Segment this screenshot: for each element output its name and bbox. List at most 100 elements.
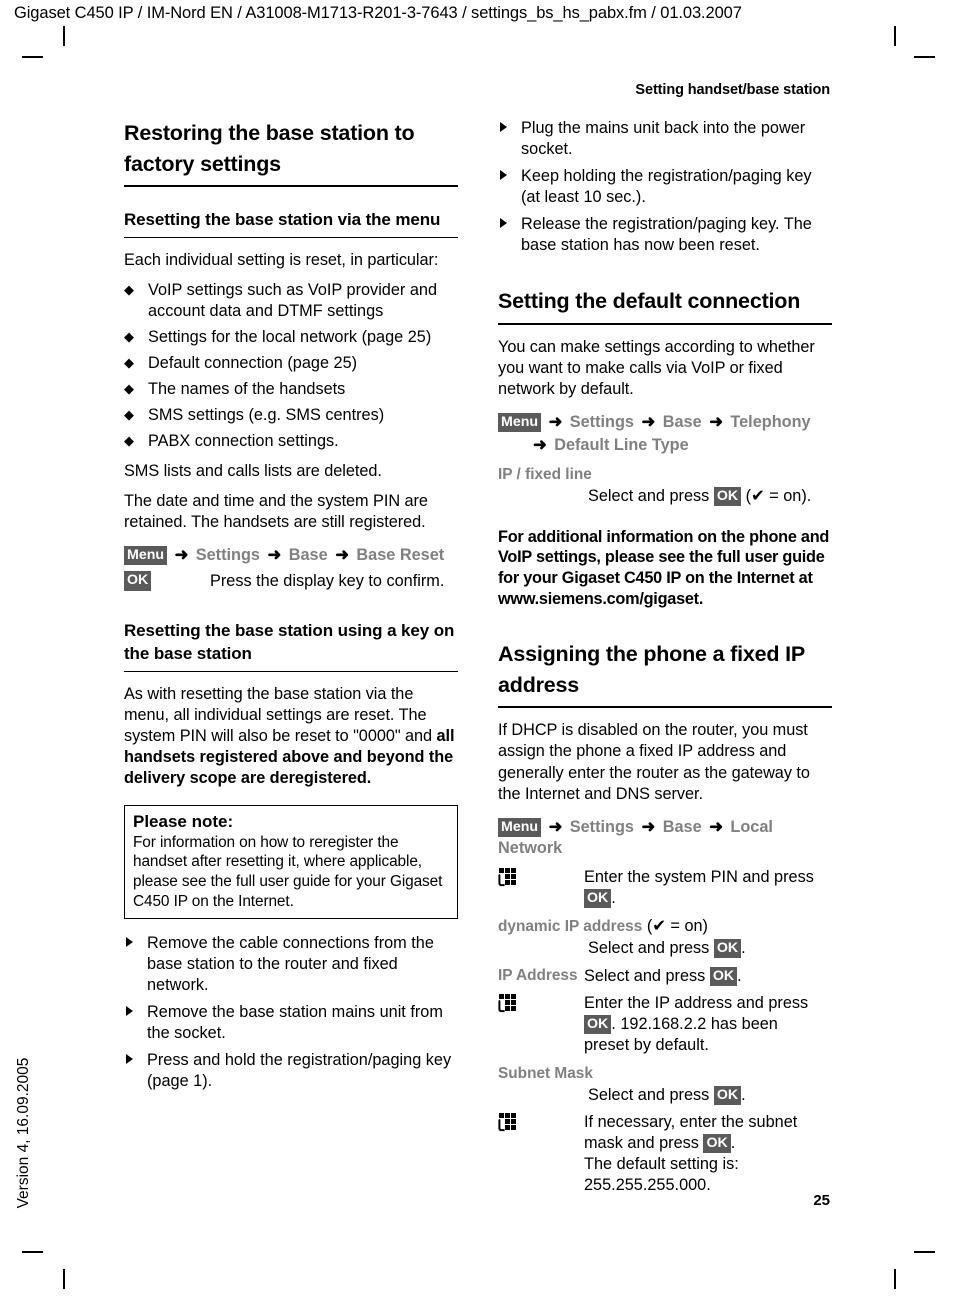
date-time-paragraph: The date and time and the system PIN are… (124, 491, 428, 531)
step-text: Enter the system PIN and press OK. (584, 867, 822, 909)
ok-key-badge[interactable]: OK (584, 1014, 612, 1035)
option-label-subnet-mask: Subnet Mask (498, 1064, 593, 1082)
menu-key-badge[interactable]: Menu (498, 412, 542, 432)
option-desc-ip-fixed-line: Select and press OK (✔ = on). (498, 486, 832, 507)
on-indicator-text: (✔ = on). (741, 486, 812, 505)
menu-item-base[interactable]: Base (663, 818, 702, 836)
list-item-label: Press and hold the registration/paging k… (147, 1051, 452, 1091)
ok-key-badge[interactable]: OK (713, 938, 742, 959)
list-item-label: Settings for the local network (page 25) (148, 327, 432, 346)
triangle-bullet-icon (126, 1054, 133, 1065)
menu-item-settings[interactable]: Settings (196, 546, 260, 564)
ok-badge-cell: OK (124, 571, 210, 592)
reset-key-paragraph: As with resetting the base station via t… (124, 684, 458, 789)
ok-key-badge[interactable]: OK (703, 1133, 731, 1154)
menu-key-badge[interactable]: Menu (498, 817, 542, 837)
menu-path-default-line-type: Menu ➜ Settings ➜ Base ➜ Telephony ➜ Def… (498, 412, 832, 457)
list-item-label: SMS settings (e.g. SMS centres) (148, 405, 385, 424)
list-item: Remove the cable connections from the ba… (124, 933, 458, 996)
ok-key-badge[interactable]: OK (713, 486, 742, 506)
option-desc-dynamic-ip: Select and press OK. (498, 938, 832, 959)
heading-rule-default-connection (498, 322, 832, 325)
default-connection-intro: You can make settings according to wheth… (498, 337, 815, 398)
menu-item-default-line-type[interactable]: Default Line Type (554, 436, 689, 454)
list-item-label: Keep holding the registration/paging key… (521, 167, 812, 207)
step-enter-subnet-mask: If necessary, enter the subnet mask and … (498, 1112, 832, 1196)
keypad-icon-cell (498, 867, 584, 891)
crop-mark-bottom-left-horizontal (22, 1251, 43, 1253)
triangle-bullet-icon (500, 218, 507, 229)
subheading-rule-1 (124, 236, 458, 238)
option-row-ip-address: IP Address Select and press OK. (498, 966, 832, 987)
arrow-icon: ➜ (548, 412, 563, 431)
fixed-ip-intro: If DHCP is disabled on the router, you m… (498, 721, 810, 803)
keypad-icon (498, 867, 516, 886)
step-text-pre: Select and press (584, 966, 710, 985)
list-item: Remove the base station mains unit from … (124, 1002, 458, 1044)
step-enter-ip-address: Enter the IP address and press OK. 192.1… (498, 993, 832, 1056)
triangle-bullet-icon (500, 170, 507, 181)
list-item: ◆ The names of the handsets (124, 379, 458, 400)
reset-steps-list: Remove the cable connections from the ba… (124, 933, 458, 1092)
menu-item-settings[interactable]: Settings (570, 413, 634, 431)
list-item: Release the registration/paging key. The… (498, 214, 832, 256)
list-item: ◆ SMS settings (e.g. SMS centres) (124, 405, 458, 426)
list-item: ◆ PABX connection settings. (124, 431, 458, 452)
step-text-post: . (741, 938, 746, 957)
step-text-pre: Enter the IP address and press (584, 993, 809, 1012)
please-note-box: Please note: For information on how to r… (124, 804, 458, 920)
crop-mark-top-right-vertical (894, 26, 896, 46)
reset-key-paragraph-normal: As with resetting the base station via t… (124, 684, 437, 745)
menu-item-base[interactable]: Base (663, 413, 702, 431)
title-rule (124, 185, 458, 188)
diamond-bullet-icon: ◆ (124, 328, 134, 344)
ok-key-badge[interactable]: OK (709, 966, 738, 987)
crop-mark-top-right-horizontal (914, 56, 935, 58)
keypad-icon-cell (498, 993, 584, 1017)
ok-key-badge[interactable]: OK (584, 888, 612, 908)
menu-item-telephony[interactable]: Telephony (730, 413, 810, 431)
ok-confirm-row: OK Press the display key to confirm. (124, 571, 458, 592)
list-item: Keep holding the registration/paging key… (498, 166, 832, 208)
ok-confirm-text: Press the display key to confirm. (210, 572, 445, 591)
option-desc-ip-address: Select and press OK. (584, 966, 822, 987)
menu-key-badge[interactable]: Menu (124, 545, 168, 566)
list-item-label: Release the registration/paging key. The… (521, 215, 812, 255)
document-header-path: Gigaset C450 IP / IM-Nord EN / A31008-M1… (14, 4, 742, 22)
subheading-rule-2 (124, 670, 458, 672)
crop-mark-top-left-vertical (63, 26, 65, 46)
step-enter-system-pin: Enter the system PIN and press OK. (498, 867, 832, 909)
list-item: Press and hold the registration/paging k… (124, 1050, 458, 1092)
version-side-note: Version 4, 16.09.2005 (15, 1057, 32, 1209)
menu-path-second-line: ➜ Default Line Type (498, 435, 832, 457)
ok-key-badge[interactable]: OK (713, 1085, 742, 1106)
right-column: Plug the mains unit back into the power … (498, 118, 832, 1196)
list-item-label: PABX connection settings. (148, 431, 339, 450)
note-title: Please note: (133, 811, 234, 831)
triangle-bullet-icon (500, 122, 507, 132)
diamond-bullet-icon: ◆ (124, 380, 134, 396)
option-desc-subnet-mask: Select and press OK. (498, 1085, 832, 1106)
subheading-reset-via-menu: Resetting the base station via the menu (124, 210, 441, 230)
arrow-icon: ➜ (641, 817, 656, 836)
ok-key-badge[interactable]: OK (124, 571, 152, 591)
list-item-label: Remove the base station mains unit from … (147, 1003, 443, 1043)
note-body: For information on how to reregister the… (133, 833, 443, 910)
heading-default-connection: Setting the default connection (498, 289, 801, 314)
step-text-pre: If necessary, enter the subnet mask and … (584, 1112, 798, 1152)
arrow-icon: ➜ (709, 817, 723, 836)
diamond-bullet-icon: ◆ (124, 432, 134, 448)
heading-rule-fixed-ip (498, 706, 832, 709)
step-text-pre: Select and press (588, 938, 714, 957)
step-text-post: . 192.168.2.2 has been preset by default… (584, 1014, 778, 1054)
menu-item-settings[interactable]: Settings (570, 818, 634, 836)
arrow-icon: ➜ (335, 545, 349, 564)
menu-item-base[interactable]: Base (289, 546, 328, 564)
list-item-label: Remove the cable connections from the ba… (147, 934, 434, 995)
step-text-post: . (741, 1085, 746, 1104)
menu-item-base-reset[interactable]: Base Reset (356, 546, 444, 564)
arrow-icon: ➜ (174, 545, 189, 564)
arrow-icon: ➜ (709, 412, 723, 431)
step-text: If necessary, enter the subnet mask and … (584, 1112, 822, 1196)
reset-items-list: ◆ VoIP settings such as VoIP provider and… (124, 280, 458, 452)
